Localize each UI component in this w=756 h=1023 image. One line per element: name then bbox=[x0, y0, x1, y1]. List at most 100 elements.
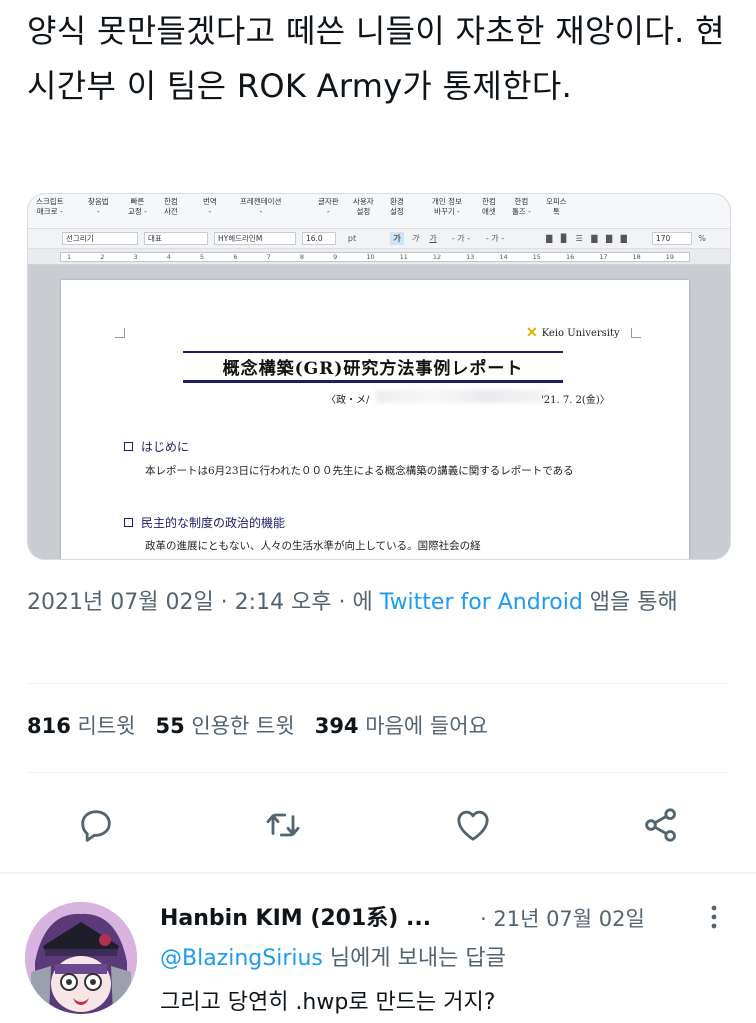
redacted-blur bbox=[376, 390, 546, 403]
ruler-number: 8 bbox=[299, 253, 304, 261]
retweets-count: 816 bbox=[27, 714, 71, 738]
reply-to-label: 님에게 보내는 답글 bbox=[322, 946, 506, 971]
ruler-number: 19 bbox=[665, 253, 675, 261]
report-author: 〈政・メ/ bbox=[326, 395, 370, 406]
share-button[interactable] bbox=[638, 802, 684, 848]
likes-count: 394 bbox=[314, 714, 359, 738]
likes-stat[interactable]: 394 마음에 들어요 bbox=[315, 714, 488, 738]
more-vertical-icon bbox=[711, 905, 717, 929]
toolbar-item: 빠른 교정 - bbox=[128, 197, 147, 216]
tweet-meta: 2021년 07월 02일 · 2:14 오후 · 에 Twitter for … bbox=[27, 585, 737, 621]
strike-button: - 가 - bbox=[451, 234, 471, 243]
ruler-number: 6 bbox=[233, 253, 238, 261]
crop-mark bbox=[631, 328, 641, 338]
reply-button[interactable] bbox=[73, 802, 119, 848]
ruler-number: 5 bbox=[200, 253, 205, 261]
bold-button: 가 bbox=[390, 232, 404, 245]
reply-text: 그리고 당연히 .hwp로 만드는 거지? bbox=[160, 990, 496, 1015]
reply-icon bbox=[81, 810, 111, 842]
section-heading: はじめに bbox=[124, 438, 189, 455]
toolbar-item: 오피스 톡 bbox=[546, 197, 567, 216]
keio-logo: ✕ Keio University bbox=[526, 325, 620, 341]
toolbar-item: 번역 - bbox=[203, 197, 217, 216]
reply-to-handle[interactable]: @BlazingSirius bbox=[160, 946, 323, 971]
crop-mark bbox=[115, 328, 125, 338]
ruler-number: 2 bbox=[100, 253, 105, 261]
color-button: - 가 - bbox=[485, 234, 505, 243]
ruler-number: 4 bbox=[166, 253, 171, 261]
ruler-number: 1 bbox=[67, 253, 72, 261]
divider bbox=[0, 872, 756, 874]
tweet-timestamp[interactable]: 2021년 07월 02일 · 2:14 오후 · 에 bbox=[27, 590, 380, 615]
document-page: ✕ Keio University 概念構築(GR)研究方法事例レポート 〈政・… bbox=[61, 280, 689, 559]
divider bbox=[27, 683, 729, 684]
more-options-button[interactable] bbox=[704, 902, 724, 932]
tweet-text: 양식 못만들겠다고 떼쓴 니들이 자초한 재앙이다. 현시간부 이 팀은 ROK… bbox=[27, 12, 725, 105]
toolbar-item: 환경 설정 bbox=[390, 197, 404, 216]
paragraph: 政革の進展にともない、人々の生活水準が向上している。国際社会の経 bbox=[145, 540, 481, 552]
report-title: 概念構築(GR)研究方法事例レポート bbox=[222, 359, 524, 379]
title-rule bbox=[183, 351, 563, 353]
square-bullet-icon bbox=[124, 518, 133, 527]
style-select: 선그리기 bbox=[62, 232, 138, 245]
font-select: HY헤드라인M bbox=[214, 232, 296, 245]
toolbar-item: 사용자 설정 bbox=[353, 197, 374, 216]
toolbar-item: 프레젠테이션 - bbox=[240, 197, 282, 216]
section-heading-text: 民主的な制度の政治的機能 bbox=[141, 516, 286, 530]
font-size-field: 16.0 bbox=[302, 232, 336, 245]
ruler-number: 10 bbox=[366, 253, 375, 261]
reply-tweet[interactable]: Hanbin KIM (201系) ... · 21년 07월 02일 @Bla… bbox=[0, 878, 756, 1023]
para-style-select: 대표 bbox=[144, 232, 208, 245]
keio-x-icon: ✕ bbox=[526, 325, 538, 341]
quotes-count: 55 bbox=[155, 714, 185, 738]
divider bbox=[27, 772, 729, 773]
title-rule bbox=[183, 380, 563, 383]
align-buttons: ▇ ▉ ☰ ▇ ▇ ▇ bbox=[546, 234, 630, 243]
ruler-number: 12 bbox=[432, 253, 442, 261]
quotes-label: 인용한 트윗 bbox=[191, 714, 295, 738]
share-icon bbox=[645, 808, 676, 842]
reply-author-name[interactable]: Hanbin KIM (201系) ... bbox=[160, 900, 431, 932]
ruler-number: 18 bbox=[632, 253, 641, 261]
toolbar-item: 스크립트 매크로 - bbox=[36, 197, 64, 216]
underline-button: 가 bbox=[429, 234, 437, 243]
avatar[interactable] bbox=[25, 902, 137, 1014]
zoom-field: 170 bbox=[652, 232, 692, 245]
tweet-stats: 816 리트윗 55 인용한 트윗 394 마음에 들어요 bbox=[27, 710, 488, 740]
tweet-media-image[interactable]: 스크립트 매크로 - 찾음법 - 빠른 교정 - 한컴 사전 번역 - 프레젠테… bbox=[27, 193, 731, 560]
ruler-number: 11 bbox=[399, 253, 408, 261]
ruler-strip: 1 2 3 4 5 6 7 8 9 10 11 12 13 14 15 16 17 18 19 bbox=[60, 252, 690, 262]
ruler-number: 13 bbox=[466, 253, 475, 261]
paragraph: 本レポートは6月23日に行われた０００先生による概念構築の講義に関するレポートで… bbox=[145, 465, 574, 477]
ruler-number: 14 bbox=[499, 253, 508, 261]
ruler-number: 7 bbox=[266, 253, 271, 261]
ruler-number: 9 bbox=[333, 253, 338, 261]
reply-date[interactable]: · 21년 07월 02일 bbox=[480, 903, 645, 933]
retweets-stat[interactable]: 816 리트윗 bbox=[27, 714, 136, 738]
quotes-stat[interactable]: 55 인용한 트윗 bbox=[156, 714, 295, 738]
ruler-number: 15 bbox=[532, 253, 541, 261]
like-button[interactable] bbox=[450, 802, 496, 848]
toolbar-item: 한컴 툴즈 - bbox=[512, 197, 531, 216]
retweet-icon bbox=[266, 813, 300, 837]
like-icon bbox=[457, 810, 489, 841]
toolbar-item: 한컴 사전 bbox=[164, 197, 178, 216]
toolbar-item: 개인 정보 바꾸기 - bbox=[432, 197, 462, 216]
toolbar-item: 한컴 애셋 bbox=[482, 197, 496, 216]
tweet-source-link[interactable]: Twitter for Android bbox=[380, 590, 583, 615]
toolbar-item: 찾음법 - bbox=[88, 197, 109, 216]
toolbar-item: 글자판 - bbox=[318, 197, 339, 216]
zoom-unit: % bbox=[698, 234, 706, 243]
tweet-source-suffix: 앱을 통해 bbox=[582, 590, 678, 615]
section-heading: 民主的な制度の政治的機能 bbox=[124, 514, 285, 531]
ruler-number: 17 bbox=[599, 253, 608, 261]
section-heading-text: はじめに bbox=[141, 440, 190, 454]
tweet-actions bbox=[0, 800, 756, 850]
likes-label: 마음에 들어요 bbox=[365, 714, 488, 738]
hwp-ribbon-toolbar: 스크립트 매크로 - 찾음법 - 빠른 교정 - 한컴 사전 번역 - 프레젠테… bbox=[28, 194, 730, 229]
hwp-ruler: 1 2 3 4 5 6 7 8 9 10 11 12 13 14 15 16 17 18 19 bbox=[28, 249, 730, 265]
anime-avatar-image bbox=[25, 902, 137, 1014]
ruler-number: 3 bbox=[133, 253, 138, 261]
retweet-button[interactable] bbox=[260, 802, 306, 848]
ruler-number: 16 bbox=[565, 253, 575, 261]
